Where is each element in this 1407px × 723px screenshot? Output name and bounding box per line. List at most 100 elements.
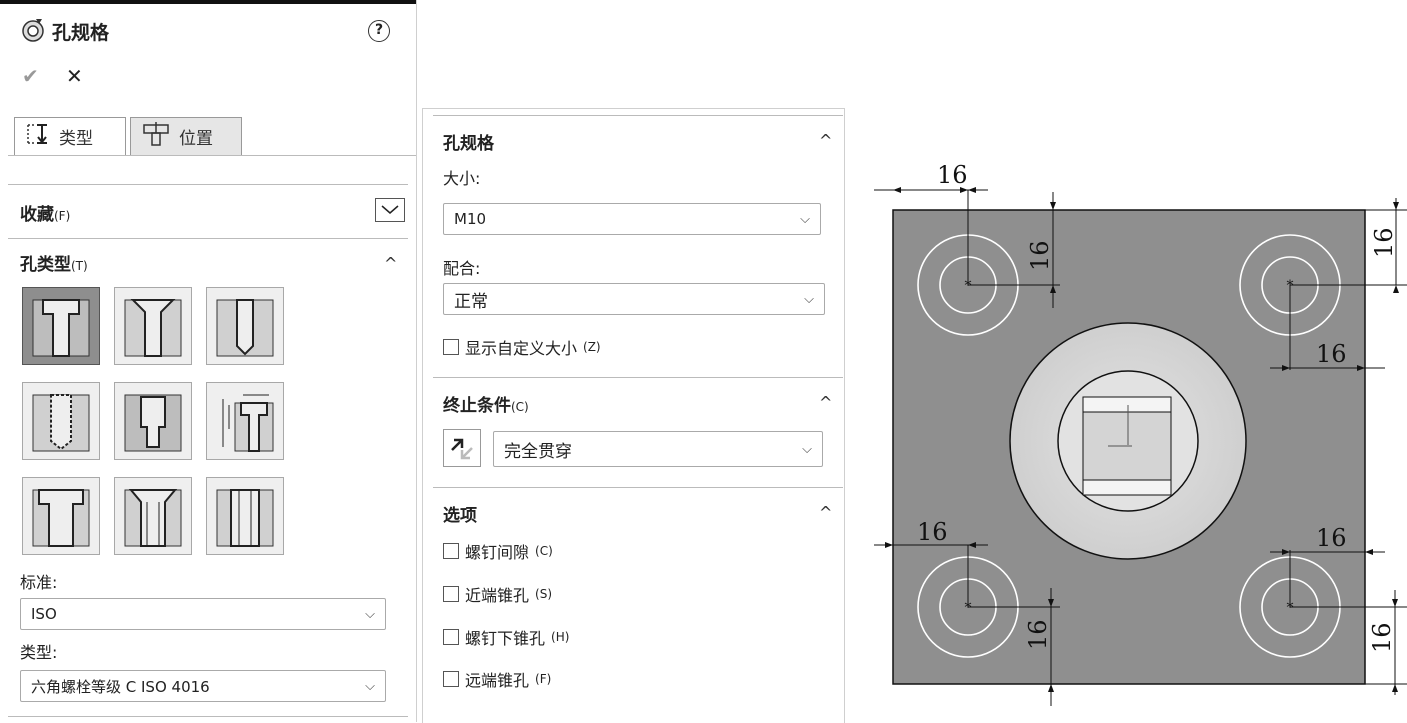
tapped-hole-icon [32, 394, 90, 452]
simple-hole-button[interactable] [206, 287, 284, 365]
size-label: 大小: [443, 169, 481, 188]
size-value: M10 [454, 210, 487, 228]
cancel-icon[interactable]: ✕ [66, 64, 83, 88]
reverse-direction-button[interactable] [443, 429, 481, 467]
countersink-slot-button[interactable] [114, 477, 192, 555]
custom-size-checkbox[interactable]: 显示自定义大小 (Z) [443, 335, 601, 359]
checkbox-box[interactable] [443, 586, 459, 602]
hole-spec-title[interactable]: 孔规格 [443, 129, 494, 154]
dim-bottom-left-horizontal: 16 [917, 518, 948, 546]
tapped-hole-button[interactable] [22, 382, 100, 460]
option-label: 螺钉间隙 [465, 543, 530, 562]
standard-select[interactable]: ISO ⌵ [20, 598, 386, 630]
dim-bottom-left-vertical: 16 [1024, 619, 1052, 650]
dim-top-left-vertical: 16 [1026, 240, 1054, 271]
end-condition-title: 终止条件 [443, 396, 511, 416]
divider [433, 377, 843, 378]
end-condition-header[interactable]: 终止条件(C) [443, 391, 529, 416]
counterbore-hole-button[interactable] [22, 287, 100, 365]
dim-top-right-horizontal: 16 [1316, 340, 1347, 368]
fit-select[interactable]: 正常 ⌵ [443, 283, 825, 315]
confirm-icon[interactable]: ✔ [22, 64, 39, 88]
checkbox-box[interactable] [443, 339, 459, 355]
type-select[interactable]: 六角螺栓等级 C ISO 4016 ⌵ [20, 670, 386, 702]
size-select[interactable]: M10 ⌵ [443, 203, 821, 235]
property-manager-panel: 孔规格 ? ✔ ✕ 类型 位置 收藏(F) 孔类型(T) ^ 标准: ISO ⌵… [0, 0, 417, 722]
tab-divider [8, 155, 416, 156]
counterbore-slot-icon [32, 489, 90, 547]
option-label: 螺钉下锥孔 [465, 629, 546, 648]
screw-clearance-checkbox[interactable]: 螺钉间隙 (C) [443, 539, 553, 563]
fit-value: 正常 [454, 291, 488, 312]
tab-type-label: 类型 [59, 129, 93, 149]
end-condition-shortcut: (C) [511, 400, 529, 414]
option-shortcut: (H) [551, 630, 570, 644]
tab-position[interactable]: 位置 [130, 117, 242, 155]
countersink-hole-button[interactable] [114, 287, 192, 365]
slot-icon [216, 489, 274, 547]
divider [8, 716, 408, 717]
divider [8, 238, 408, 239]
hole-type-collapse-icon[interactable]: ^ [384, 254, 397, 273]
chevron-down-icon: ⌵ [365, 606, 375, 622]
legacy-hole-button[interactable] [206, 382, 284, 460]
dim-bottom-right-horizontal: 16 [1316, 524, 1347, 552]
slot-button[interactable] [206, 477, 284, 555]
hole-type-shortcut: (T) [71, 259, 88, 273]
dim-bottom-right-vertical: 16 [1368, 622, 1396, 653]
standard-label: 标准: [20, 573, 58, 592]
help-icon[interactable]: ? [368, 20, 390, 42]
hole-spec-panel: 孔规格 ^ 大小: M10 ⌵ 配合: 正常 ⌵ 显示自定义大小 (Z) 终止条件… [422, 108, 845, 723]
end-condition-value: 完全贯穿 [504, 441, 572, 462]
hole-type-label: 孔类型 [20, 255, 71, 275]
near-side-countersink-checkbox[interactable]: 近端锥孔 (S) [443, 582, 552, 606]
counterbore-icon [32, 299, 90, 357]
hole-position-drawing[interactable]: * * * * 16 16 16 16 16 16 16 16 [860, 150, 1407, 722]
position-tab-icon [141, 121, 171, 152]
options-collapse-icon[interactable]: ^ [819, 503, 832, 522]
chevron-down-icon: ⌵ [804, 291, 814, 307]
dim-top-right-vertical: 16 [1370, 227, 1398, 258]
panel-title: 孔规格 [52, 22, 110, 44]
favorites-shortcut: (F) [54, 209, 71, 223]
type-value: 六角螺栓等级 C ISO 4016 [31, 677, 210, 696]
tab-type[interactable]: 类型 [14, 117, 126, 155]
favorites-section-header[interactable]: 收藏(F) [20, 200, 70, 225]
end-condition-select[interactable]: 完全贯穿 ⌵ [493, 431, 823, 467]
standard-value: ISO [31, 605, 57, 623]
simple-hole-icon [216, 299, 274, 357]
far-side-countersink-checkbox[interactable]: 远端锥孔 (F) [443, 667, 551, 691]
chevron-down-icon: ⌵ [802, 441, 812, 457]
slot-bottom [1082, 479, 1172, 496]
panel-top-bar [0, 0, 416, 4]
favorites-expand-button[interactable] [375, 198, 405, 222]
slot-top [1082, 396, 1172, 413]
checkbox-box[interactable] [443, 671, 459, 687]
custom-size-shortcut: (Z) [583, 340, 601, 354]
counterbore-slot-button[interactable] [22, 477, 100, 555]
checkbox-box[interactable] [443, 629, 459, 645]
divider [433, 115, 843, 116]
tab-position-label: 位置 [179, 129, 213, 149]
options-title[interactable]: 选项 [443, 501, 477, 526]
chevron-down-icon: ⌵ [365, 678, 375, 694]
hole-type-section-header[interactable]: 孔类型(T) [20, 250, 88, 275]
type-label: 类型: [20, 643, 58, 662]
countersink-slot-icon [124, 489, 182, 547]
option-shortcut: (C) [535, 544, 553, 558]
hole-spec-collapse-icon[interactable]: ^ [819, 131, 832, 150]
checkbox-box[interactable] [443, 543, 459, 559]
pipe-tap-button[interactable] [114, 382, 192, 460]
countersink-icon [124, 299, 182, 357]
end-condition-collapse-icon[interactable]: ^ [819, 393, 832, 412]
under-head-countersink-checkbox[interactable]: 螺钉下锥孔 (H) [443, 625, 569, 649]
option-shortcut: (S) [535, 587, 552, 601]
hole-wizard-icon [20, 17, 46, 47]
option-shortcut: (F) [535, 672, 552, 686]
dim-top-left-horizontal: 16 [937, 161, 968, 189]
favorites-label: 收藏 [20, 205, 54, 225]
option-label: 近端锥孔 [465, 586, 530, 605]
chevron-down-icon: ⌵ [800, 211, 810, 227]
hole-type-tab-icon [25, 122, 51, 151]
divider [8, 184, 408, 185]
